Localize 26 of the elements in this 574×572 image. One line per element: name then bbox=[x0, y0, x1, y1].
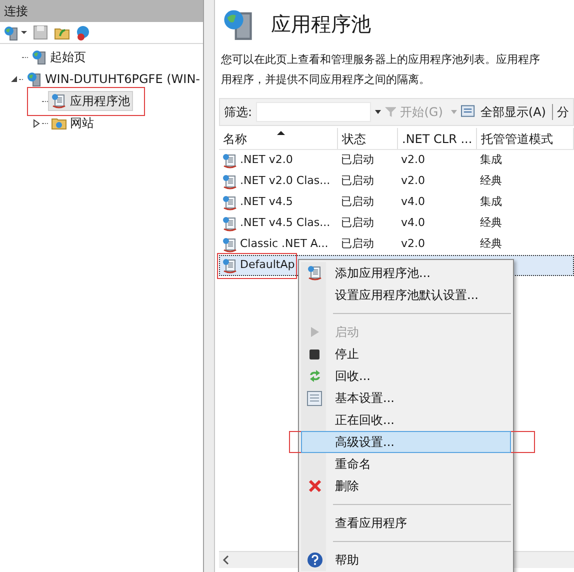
table-cell-text: .NET v4.5 Clas... bbox=[240, 215, 330, 232]
table-cell-text: Classic .NET A... bbox=[240, 236, 328, 252]
table-cell-text: 已启动 bbox=[341, 152, 374, 168]
table-cell-text: .NET v2.0 Clas... bbox=[240, 173, 330, 190]
table-cell-text: v2.0 bbox=[401, 173, 426, 190]
panel-title: 连接 bbox=[4, 3, 28, 20]
table-cell-text: 集成 bbox=[480, 152, 502, 168]
table-cell-text: 集成 bbox=[480, 194, 502, 210]
table-cell-text: .NET v2.0 bbox=[240, 152, 293, 168]
table-cell-text: 经典 bbox=[480, 173, 502, 190]
table-cell-text: 经典 bbox=[480, 236, 502, 252]
table-cell-text: 已启动 bbox=[341, 215, 374, 232]
table-cell-text: 已启动 bbox=[341, 236, 374, 252]
description-line: 您可以在此页上查看和管理服务器上的应用程序池列表。应用程序 bbox=[221, 52, 541, 68]
table-cell-text: v4.0 bbox=[401, 215, 426, 232]
table-cell-text: v4.0 bbox=[401, 194, 426, 210]
table-cell-text: 已启动 bbox=[341, 173, 374, 190]
filter-label: 筛选: bbox=[224, 104, 252, 121]
table-cell-text: 经典 bbox=[480, 215, 502, 232]
table-cell-text: .NET v4.5 bbox=[240, 194, 293, 210]
table-cell-text: v2.0 bbox=[401, 152, 426, 168]
page-title: 应用程序池 bbox=[271, 11, 371, 38]
table-cell-text: v2.0 bbox=[401, 236, 426, 252]
table-cell-text: 已启动 bbox=[341, 194, 374, 210]
table-cell-text: DefaultAp bbox=[240, 257, 295, 274]
description-line: 用程序，并提供不同应用程序之间的隔离。 bbox=[221, 72, 431, 88]
